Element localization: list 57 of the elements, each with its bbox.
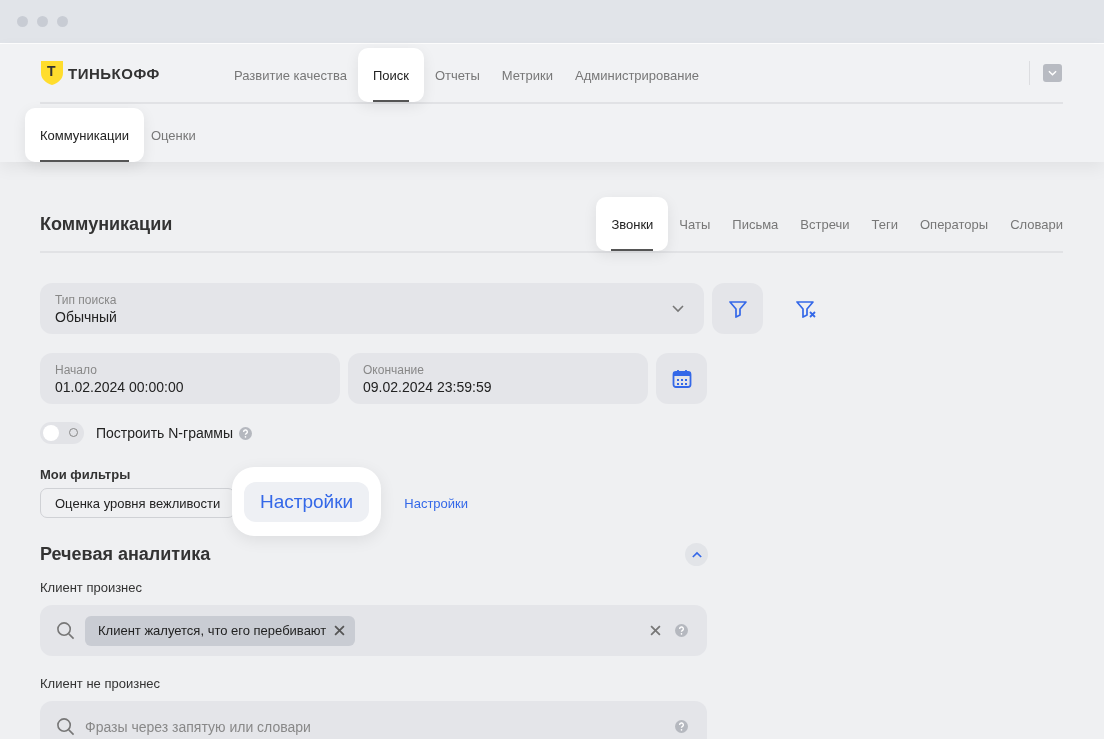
filter-button[interactable] xyxy=(712,283,763,334)
phrase-input-field[interactable]: Фразы через запятую или словари xyxy=(40,701,707,739)
nav-tab[interactable]: Отчеты xyxy=(423,48,491,102)
window-dot-icon[interactable] xyxy=(17,16,28,27)
calendar-button[interactable] xyxy=(656,353,707,404)
help-icon[interactable] xyxy=(675,624,688,637)
chevron-down-icon xyxy=(672,305,684,313)
section-tab[interactable]: Словари xyxy=(999,197,1063,251)
logo-letter: Т xyxy=(47,63,56,79)
window-dot-icon[interactable] xyxy=(57,16,68,27)
section-tab[interactable]: Теги xyxy=(860,197,909,251)
close-icon[interactable] xyxy=(650,625,661,636)
phrase-input[interactable]: Фразы через запятую или словари xyxy=(85,718,661,735)
clear-filter-icon[interactable] xyxy=(795,298,817,319)
calendar-icon xyxy=(671,368,692,389)
window-dot-icon[interactable] xyxy=(37,16,48,27)
nav-tab[interactable]: Поиск xyxy=(357,48,424,102)
section-title: Речевая аналитика xyxy=(40,544,211,565)
field-label: Начало xyxy=(55,362,97,377)
field-label: Клиент не произнес xyxy=(40,676,162,691)
section-tab[interactable]: Письма xyxy=(721,197,790,251)
shield-logo-icon xyxy=(40,60,64,86)
page-title: Коммуникации xyxy=(40,213,173,235)
help-icon[interactable] xyxy=(675,720,688,733)
end-date-field[interactable]: Окончание 09.02.2024 23:59:59 xyxy=(348,353,648,404)
section-label: Мои фильтры xyxy=(40,467,132,482)
logo-text: ТИНЬКОФФ xyxy=(68,64,160,82)
section-tab[interactable]: Звонки xyxy=(596,197,669,251)
field-label: Тип поиска xyxy=(55,292,117,307)
nav-tab[interactable]: Метрики xyxy=(490,48,564,102)
tag-text: Клиент жалуется, что его перебивают xyxy=(98,623,327,638)
filter-icon xyxy=(727,298,748,319)
toggle-switch[interactable] xyxy=(40,422,84,444)
field-value: Обычный xyxy=(55,308,117,325)
start-date-field[interactable]: Начало 01.02.2024 00:00:00 xyxy=(40,353,340,404)
field-value: 01.02.2024 00:00:00 xyxy=(55,378,184,395)
section-tab[interactable]: Чаты xyxy=(668,197,722,251)
field-value: 09.02.2024 23:59:59 xyxy=(363,378,492,395)
settings-link[interactable]: Настройки xyxy=(404,495,469,511)
chevron-up-icon[interactable] xyxy=(685,543,708,566)
toggle-label: Построить N-граммы xyxy=(96,425,233,441)
phrase-input-field[interactable]: Клиент жалуется, что его перебивают xyxy=(40,605,707,656)
search-type-select[interactable]: Тип поиска Обычный xyxy=(40,283,704,334)
field-label: Клиент произнес xyxy=(40,580,144,595)
nav-tab[interactable]: Развитие качества xyxy=(223,48,358,102)
help-icon[interactable] xyxy=(239,426,252,440)
nav-tab[interactable]: Администрирование xyxy=(564,48,710,102)
settings-button[interactable]: Настройки xyxy=(243,481,370,522)
search-icon xyxy=(56,717,75,736)
section-tab[interactable]: Встречи xyxy=(789,197,861,251)
section-tab[interactable]: Операторы xyxy=(909,197,1000,251)
dropdown-icon[interactable] xyxy=(1043,64,1062,82)
subnav-tab[interactable]: Коммуникации xyxy=(25,108,144,162)
close-icon[interactable] xyxy=(334,625,346,636)
subnav-tab[interactable]: Оценки xyxy=(143,108,203,162)
field-label: Окончание xyxy=(363,362,424,377)
search-icon xyxy=(56,621,75,640)
